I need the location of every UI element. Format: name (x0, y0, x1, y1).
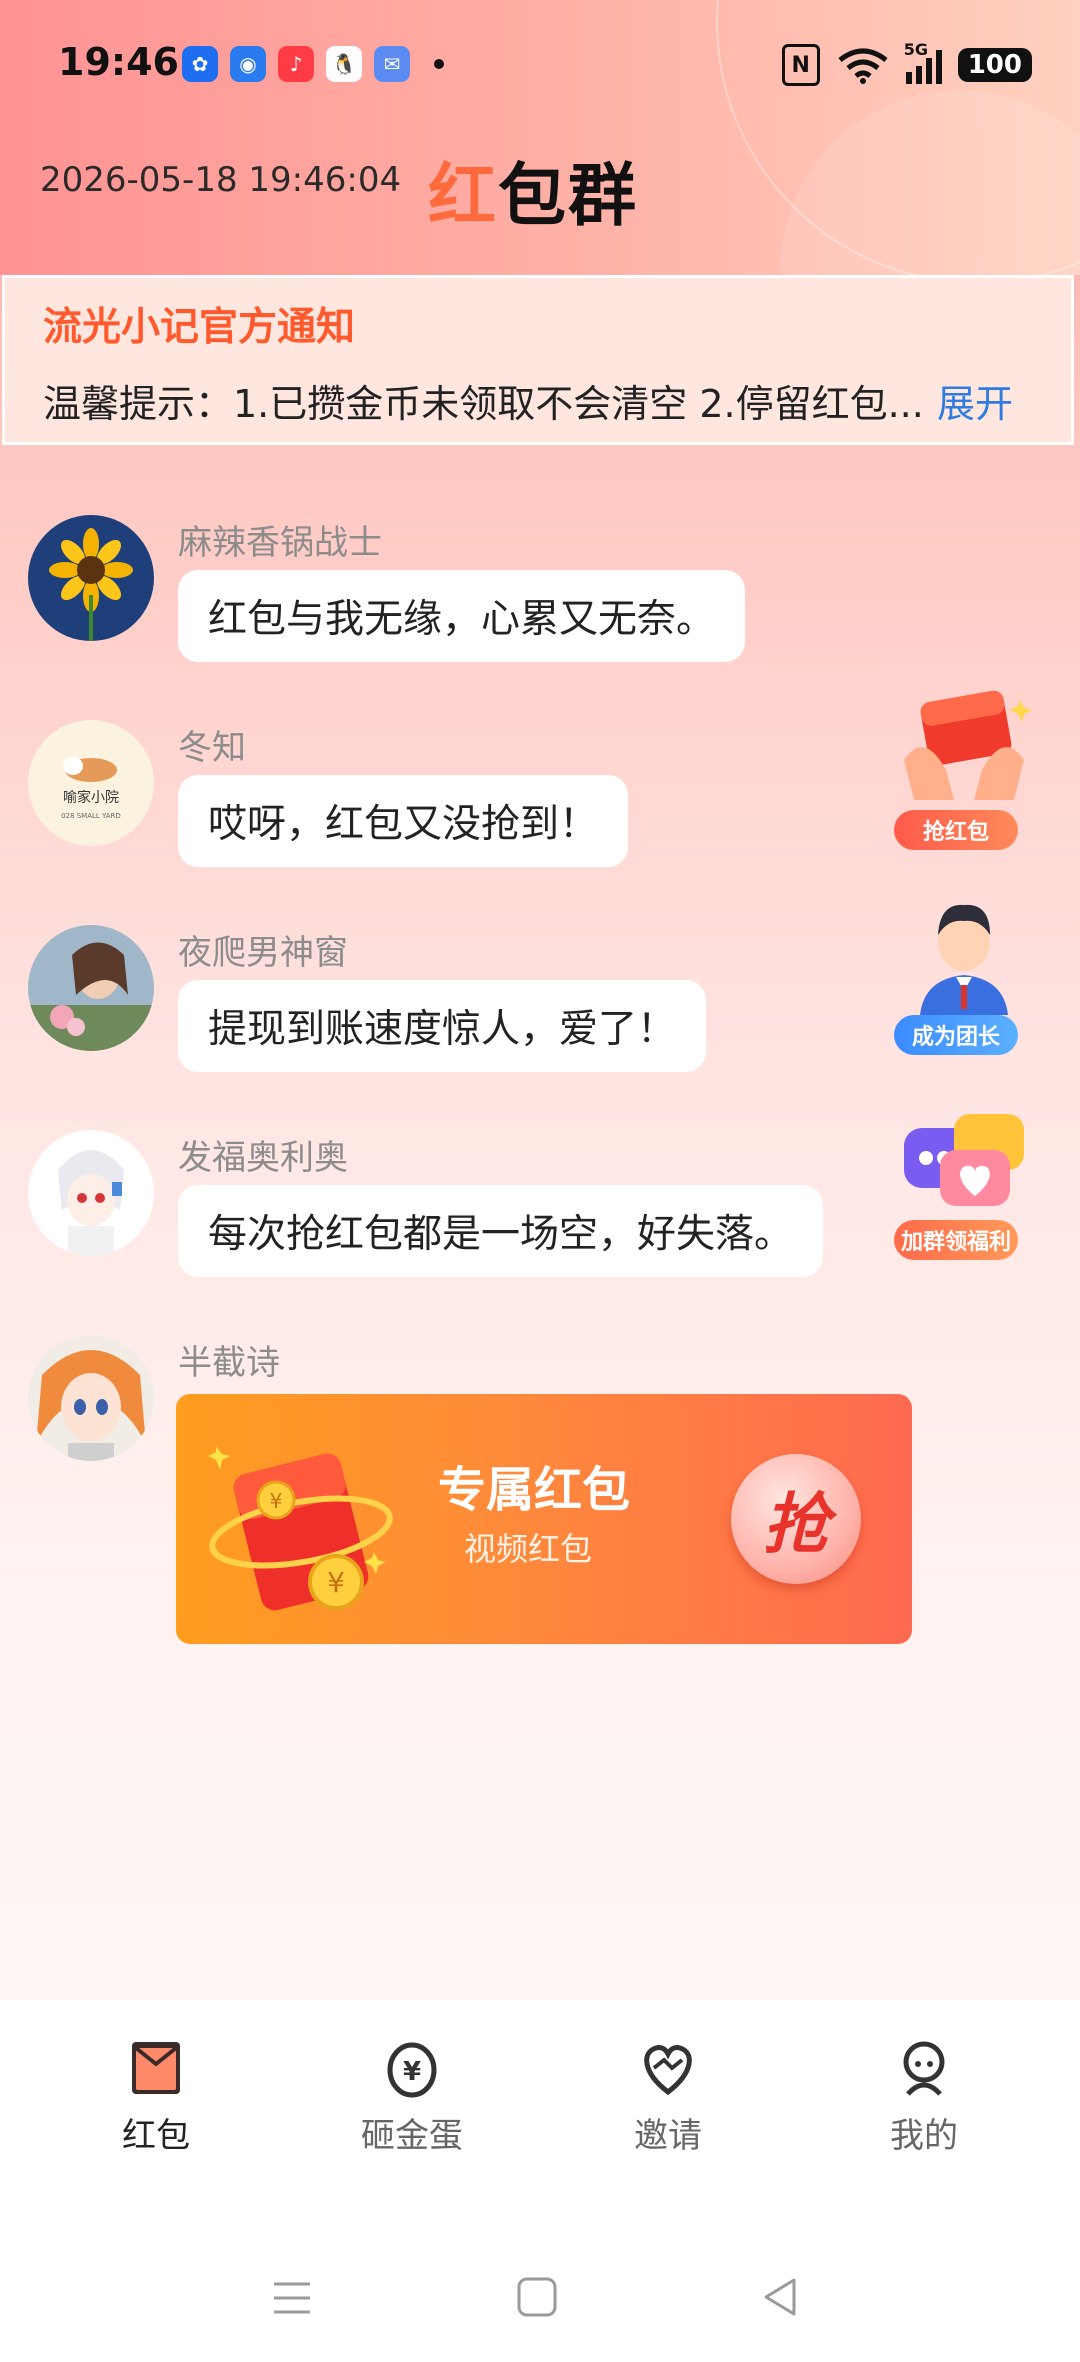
menu-icon[interactable] (272, 2278, 312, 2318)
chat-heart-icon (904, 1114, 1024, 1206)
back-icon[interactable] (760, 2276, 800, 2318)
sender-name: 夜爬男神窗 (178, 933, 348, 973)
join-group-benefit-float[interactable]: 加群领福利 (884, 1100, 1044, 1260)
grab-red-packet-float[interactable]: 抢红包 (884, 690, 1044, 850)
svg-text:¥: ¥ (327, 1566, 345, 1599)
red-packet-title: 专属红包 (438, 1462, 631, 1518)
become-leader-label: 成为团长 (894, 1015, 1018, 1055)
user-profile-icon (903, 2041, 945, 2096)
svg-text:¥: ¥ (403, 2057, 421, 2087)
red-envelope-hands-icon (904, 690, 1032, 800)
red-envelope-icon (132, 2042, 180, 2094)
notice-body: 温馨提示：1.已攒金币未领取不会清空 2.停留红包... (43, 382, 924, 426)
become-leader-float[interactable]: 成为团长 (884, 895, 1044, 1055)
music-app-icon: ♪ (278, 46, 314, 82)
sender-name: 发福奥利奥 (178, 1138, 348, 1178)
network-type-label: 5G (903, 40, 928, 59)
battery-indicator: 100 (957, 48, 1032, 82)
home-icon[interactable] (516, 2276, 558, 2318)
wifi-icon (838, 48, 888, 84)
notification-icons: ✿ ◉ ♪ 🐧 ✉ (182, 46, 444, 82)
heart-handshake-icon (644, 2045, 692, 2096)
status-bar: 19:46 ✿ ◉ ♪ 🐧 ✉ N 5G 100 (0, 0, 1080, 130)
svg-text:¥: ¥ (270, 1489, 283, 1513)
nav-tab-invite[interactable]: 邀请 (588, 2038, 748, 2157)
nav-label: 砸金蛋 (361, 2116, 463, 2156)
avatar[interactable]: 喻家小院 028 SMALL YARD (28, 720, 154, 846)
message-bubble: 每次抢红包都是一场空，好失落。 (178, 1185, 824, 1277)
browser-app-icon: ◉ (230, 46, 266, 82)
sender-name: 麻辣香锅战士 (178, 523, 382, 563)
nav-tab-profile[interactable]: 我的 (844, 2038, 1004, 2157)
page-title-rest: 包群 (498, 157, 639, 236)
nav-label: 红包 (122, 2116, 190, 2156)
message-bubble: 哎呀，红包又没抢到！ (178, 775, 629, 867)
status-time: 19:46 (58, 40, 179, 84)
qq-app-icon: 🐧 (326, 46, 362, 82)
join-group-benefit-label: 加群领福利 (894, 1220, 1018, 1260)
nav-tab-red-packet[interactable]: 红包 (76, 2038, 236, 2157)
message-bubble: 红包与我无缘，心累又无奈。 (178, 570, 746, 662)
page-title-first-char: 红 (428, 157, 499, 236)
page-title: 红包群 (428, 140, 638, 239)
sender-name: 冬知 (178, 728, 246, 768)
header: 19:46 ✿ ◉ ♪ 🐧 ✉ N 5G 100 2026-05-18 19:4… (0, 0, 1080, 275)
system-navigation-bar (0, 2270, 1080, 2330)
coin-egg-icon: ¥ (387, 2042, 437, 2098)
nav-tab-golden-egg[interactable]: ¥ 砸金蛋 (332, 2038, 492, 2157)
avatar-caption: 喻家小院 (63, 789, 119, 806)
notice-title: 流光小记官方通知 (43, 305, 356, 350)
avatar[interactable] (28, 515, 154, 641)
system-icons: N 5G 100 (781, 40, 1032, 86)
nav-label: 邀请 (634, 2116, 702, 2156)
red-packet-card[interactable]: ¥ ¥ 专属红包 视频红包 抢 (176, 1394, 912, 1644)
message-app-icon: ✉ (374, 46, 410, 82)
avatar[interactable] (28, 1335, 154, 1461)
avatar[interactable] (28, 925, 154, 1051)
red-envelope-icon: ¥ ¥ (208, 1446, 393, 1611)
avatar-caption-en: 028 SMALL YARD (61, 812, 121, 820)
avatar[interactable] (28, 1130, 154, 1256)
official-notice: 流光小记官方通知 温馨提示：1.已攒金币未领取不会清空 2.停留红包... 展开 (2, 275, 1074, 445)
grab-red-packet-label: 抢红包 (894, 810, 1018, 850)
message-bubble: 提现到账速度惊人，爱了！ (178, 980, 707, 1072)
red-packet-subtitle: 视频红包 (464, 1530, 593, 1568)
more-notifications-dot (434, 59, 444, 69)
grab-red-packet-button[interactable]: 抢 (731, 1454, 861, 1584)
nav-label: 我的 (890, 2116, 958, 2156)
nfc-icon: N (781, 44, 820, 86)
current-datetime: 2026-05-18 19:46:04 (40, 160, 402, 200)
leader-avatar-icon (920, 904, 1008, 1015)
pinwheel-app-icon: ✿ (182, 46, 218, 82)
notice-expand-link[interactable]: 展开 (937, 373, 1013, 428)
cellular-signal-icon: 5G (904, 40, 942, 84)
sender-name: 半截诗 (178, 1343, 280, 1383)
